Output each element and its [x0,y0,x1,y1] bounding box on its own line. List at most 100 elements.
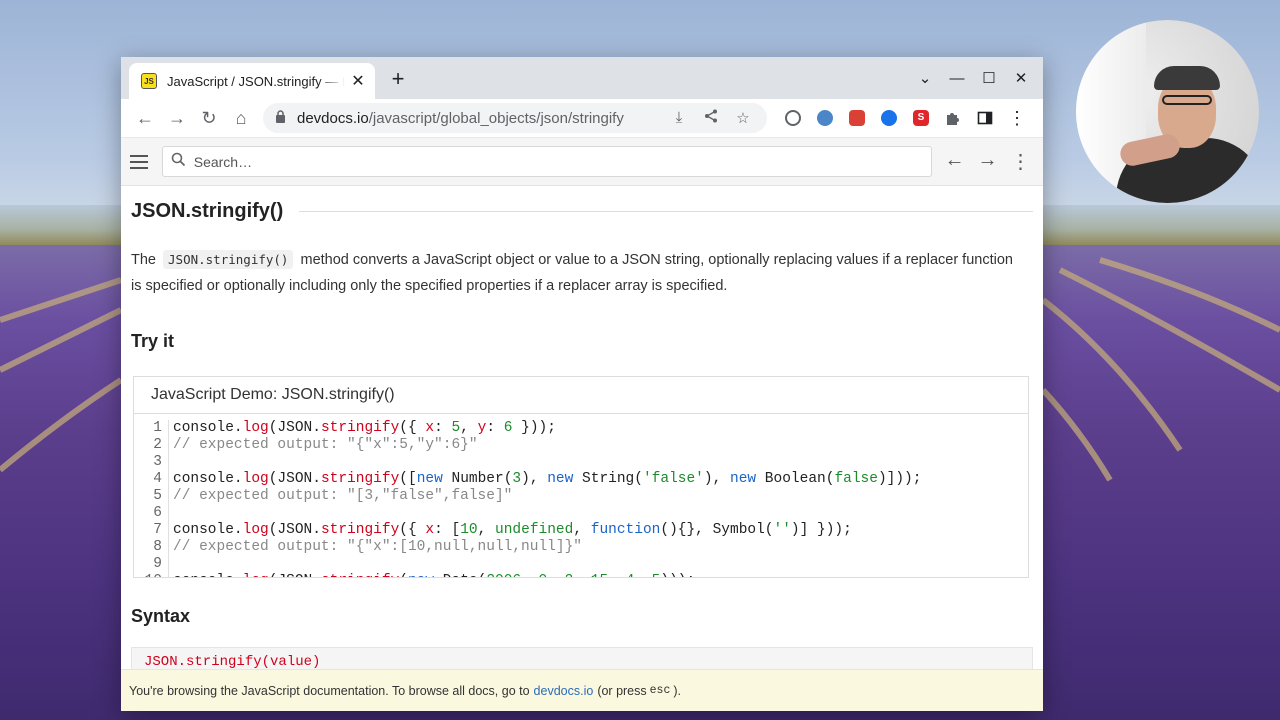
code-token: x [425,420,435,436]
devdocs-favicon-icon: JS [141,73,157,89]
code-token: , [460,420,478,436]
demo-title: JavaScript Demo: JSON.stringify() [134,377,1028,414]
code-token: , [521,573,538,577]
extensions-area: S ⋮ [777,102,1033,134]
browser-window: JS JavaScript / JSON.stringify — DevDocs… [121,57,1043,711]
code-token: new [547,471,574,487]
lock-icon [275,110,291,126]
code-token: // expected output: "{"x":5,"y":6}" [173,437,478,453]
window-close-icon[interactable]: ✕ [1005,69,1037,87]
intro-paragraph: The JSON.stringify() method converts a J… [131,247,1026,299]
code-token: log [242,420,269,436]
code-token: ))); [660,573,695,577]
code-line[interactable]: 6 [134,505,1028,522]
code-token: , [573,573,590,577]
code-line[interactable]: 3 [134,454,1028,471]
code-token: 10 [460,522,478,538]
code-line[interactable]: 2// expected output: "{"x":5,"y":6}" [134,437,1028,454]
code-token: y [477,420,487,436]
extensions-puzzle-icon[interactable] [937,102,969,134]
line-number: 1 [134,420,169,437]
code-text: // expected output: "{"x":5,"y":6}" [173,437,478,454]
code-token: 5 [451,420,461,436]
docs-notice-bar: You're browsing the JavaScript documenta… [121,669,1043,711]
reload-icon[interactable]: ↻ [193,102,225,134]
extension-red-s-icon[interactable]: S [905,102,937,134]
code-token: , [634,573,651,577]
extension-blue-shield-icon[interactable] [809,102,841,134]
code-token: new [408,573,434,577]
code-token: (JSON. [269,573,321,577]
code-token: , [573,522,591,538]
code-token: })); [512,420,556,436]
address-bar[interactable]: devdocs.io/javascript/global_objects/jso… [263,103,767,133]
line-number: 10 [134,573,169,577]
demo-code-editor[interactable]: 1 console.log(JSON.stringify({ x: 5, y: 6… [134,414,1028,577]
code-token: : [434,420,452,436]
code-token: Number( [442,471,513,487]
intro-inline-code: JSON.stringify() [163,250,294,269]
tab-search-dropdown-icon[interactable]: ⌄ [909,69,941,87]
search-input[interactable] [191,152,896,171]
search-icon [171,152,186,171]
code-token: stringify [320,471,400,487]
tab-strip: JS JavaScript / JSON.stringify — DevDocs… [121,57,1043,99]
code-token: function [590,522,661,538]
page-title: JSON.stringify() [131,200,284,222]
side-panel-icon[interactable] [969,102,1001,134]
doc-content: JSON.stringify() The JSON.stringify() me… [121,186,1043,711]
code-line[interactable]: 4 console.log(JSON.stringify([new Number(… [134,471,1028,488]
new-tab-button[interactable]: + [386,67,410,91]
extension-circle-icon[interactable] [777,102,809,134]
url-text[interactable]: devdocs.io/javascript/global_objects/jso… [297,110,663,127]
sidebar-menu-icon[interactable] [130,146,156,178]
notice-text-middle: (or press [597,683,647,698]
page-title-row: JSON.stringify() [131,200,1033,223]
devdocs-forward-icon[interactable]: → [971,149,1004,174]
intro-prefix: The [131,252,156,268]
code-token: console. [173,420,243,436]
code-token: : [ [434,522,461,538]
code-text: console.log(JSON.stringify({ x: [10, und… [173,522,852,539]
code-line[interactable]: 8// expected output: "{"x":[10,null,null… [134,539,1028,556]
bookmark-star-icon[interactable]: ☆ [727,109,759,127]
extension-blue-badge-icon[interactable] [873,102,905,134]
minimize-icon[interactable]: — [941,70,973,87]
browser-menu-icon[interactable]: ⋮ [1001,102,1033,134]
code-line[interactable]: 9 [134,556,1028,573]
devdocs-back-icon[interactable]: ← [938,149,971,174]
extension-todoist-icon[interactable] [841,102,873,134]
code-token: , [608,573,625,577]
code-token: new [416,471,443,487]
syntax-code: JSON.stringify(value) [144,654,321,670]
code-line[interactable]: 5// expected output: "[3,"false",false]" [134,488,1028,505]
title-divider [299,211,1033,212]
close-tab-icon[interactable]: ✕ [351,71,365,91]
try-it-heading: Try it [131,331,175,351]
devdocs-menu-icon[interactable]: ⋮ [1004,149,1037,174]
code-token: stringify [321,573,399,577]
code-token: Boolean( [756,471,835,487]
maximize-icon[interactable]: ☐ [973,69,1005,87]
code-token: ), [521,471,548,487]
forward-icon[interactable]: → [161,102,193,134]
install-app-icon[interactable]: ⤓ [663,109,695,127]
notice-esc-key: esc [649,684,671,697]
code-text: // expected output: "{"x":[10,null,null,… [173,539,582,556]
code-line[interactable]: 10 console.log(JSON.stringify(new Date(20… [134,573,1028,577]
devdocs-search-box[interactable] [161,146,932,177]
code-token: 2006 [486,573,521,577]
code-token: log [243,573,269,577]
code-token: , [477,522,496,538]
back-icon[interactable]: ← [129,102,161,134]
code-token: ([ [399,471,417,487]
home-icon[interactable]: ⌂ [225,102,257,134]
tab-devdocs[interactable]: JS JavaScript / JSON.stringify — DevDocs… [129,63,375,99]
code-token: console. [173,522,243,538]
code-line[interactable]: 7 console.log(JSON.stringify({ x: [10, un… [134,522,1028,539]
code-token: (){}, Symbol( [660,522,774,538]
share-icon[interactable] [695,109,727,127]
code-line[interactable]: 1 console.log(JSON.stringify({ x: 5, y: 6… [134,420,1028,437]
code-token: )])); [877,471,922,487]
notice-devdocs-link[interactable]: devdocs.io [534,684,594,698]
